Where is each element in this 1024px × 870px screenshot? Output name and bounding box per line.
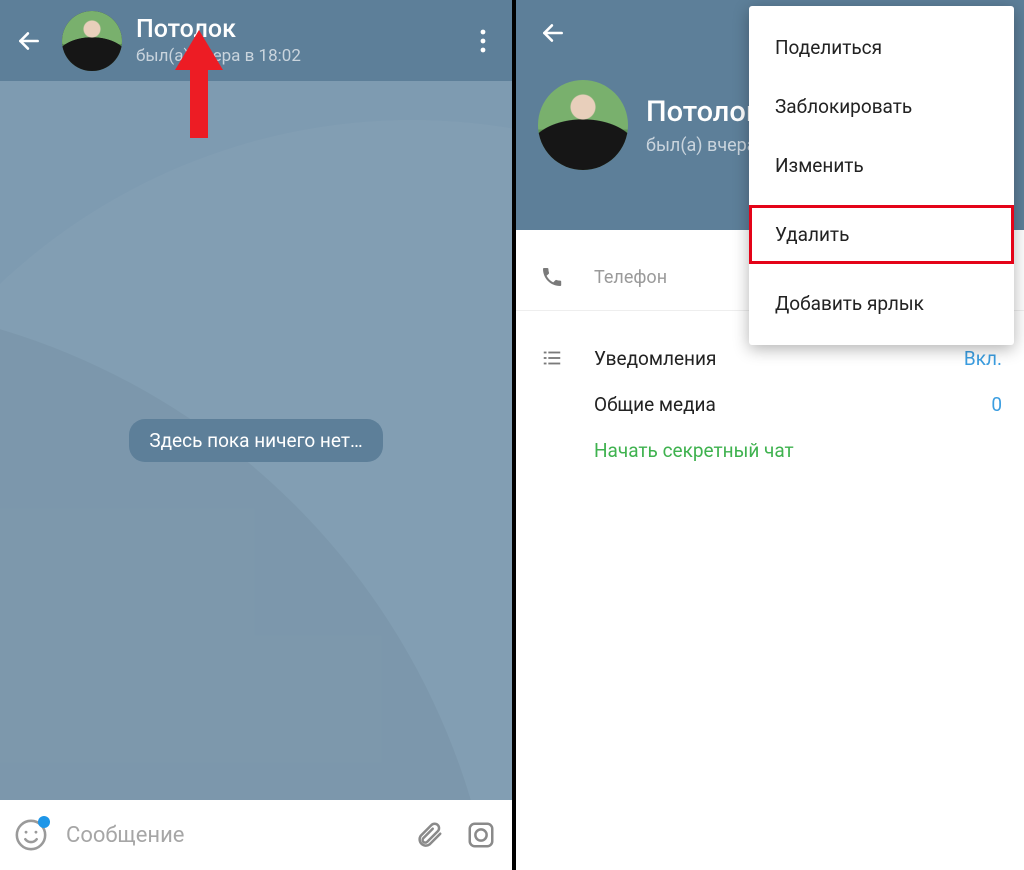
shared-media-label: Общие медиа	[594, 393, 963, 416]
notifications-value: Вкл.	[964, 347, 1002, 370]
secret-chat-row[interactable]: Начать секретный чат	[538, 427, 1002, 473]
menu-share[interactable]: Поделиться	[749, 18, 1014, 77]
menu-block[interactable]: Заблокировать	[749, 77, 1014, 136]
list-icon	[538, 347, 566, 369]
kebab-icon	[480, 29, 486, 53]
chat-body: Здесь пока ничего нет…	[0, 81, 512, 800]
menu-delete[interactable]: Удалить	[749, 205, 1014, 264]
paperclip-icon	[414, 820, 444, 850]
menu-edit[interactable]: Изменить	[749, 136, 1014, 195]
contact-name: Потолок	[646, 95, 762, 129]
shared-media-row[interactable]: Общие медиа 0	[538, 381, 1002, 427]
message-input[interactable]: Сообщение	[66, 823, 394, 848]
menu-add-shortcut[interactable]: Добавить ярлык	[749, 274, 1014, 333]
notifications-label: Уведомления	[594, 347, 936, 370]
last-seen: был(а) вчера	[646, 135, 757, 156]
camera-icon	[466, 820, 496, 850]
overflow-menu: Поделиться Заблокировать Изменить Удалит…	[749, 6, 1014, 345]
chat-screen: Потолок был(а) вчера в 18:02 Здесь пока …	[0, 0, 512, 870]
avatar[interactable]	[62, 11, 122, 71]
emoji-button[interactable]	[14, 818, 48, 852]
empty-chat-message: Здесь пока ничего нет…	[129, 419, 382, 462]
shared-media-value: 0	[991, 393, 1002, 416]
annotation-arrow	[179, 30, 219, 140]
camera-button[interactable]	[464, 818, 498, 852]
more-button[interactable]	[468, 26, 498, 56]
compose-bar: Сообщение	[0, 800, 512, 870]
back-button[interactable]	[538, 18, 568, 48]
avatar[interactable]	[538, 80, 628, 170]
notification-dot-icon	[38, 816, 50, 828]
chat-header: Потолок был(а) вчера в 18:02	[0, 0, 512, 81]
phone-icon	[538, 265, 566, 289]
back-button[interactable]	[14, 26, 44, 56]
secret-chat-label: Начать секретный чат	[594, 439, 1002, 462]
profile-screen: Потолок был(а) вчера Телефон Уведомления…	[516, 0, 1024, 870]
arrow-left-icon	[540, 20, 566, 46]
attach-button[interactable]	[412, 818, 446, 852]
arrow-left-icon	[16, 28, 42, 54]
